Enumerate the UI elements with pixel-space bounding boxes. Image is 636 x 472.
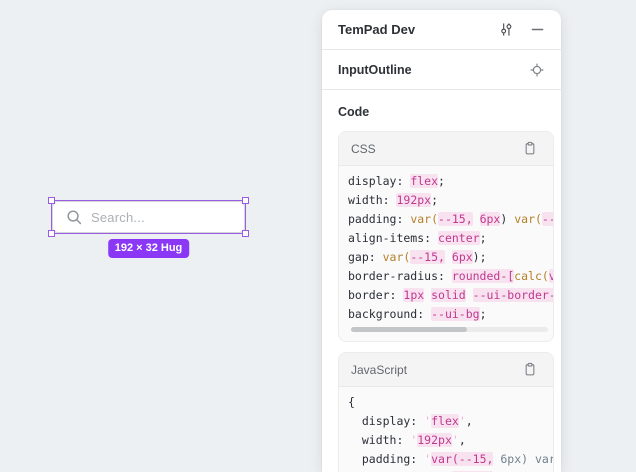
selection-handle-top-left[interactable] — [48, 197, 55, 204]
code-line: display: flex; — [348, 172, 553, 191]
code-line: align-items: center; — [348, 229, 553, 248]
code-block-lang: JavaScript — [351, 363, 407, 377]
selection-handle-top-right[interactable] — [242, 197, 249, 204]
search-icon — [66, 209, 83, 226]
selected-component[interactable]: Search... 192 × 32 Hug — [52, 201, 245, 233]
selected-node-row[interactable]: InputOutline — [322, 50, 561, 90]
selection-handle-bottom-right[interactable] — [242, 230, 249, 237]
horizontal-scrollbar-thumb[interactable] — [351, 327, 467, 332]
code-block-lang: CSS — [351, 142, 376, 156]
code-block-body: display: flex;width: 192px;padding: var(… — [339, 166, 553, 341]
minimize-icon[interactable] — [528, 21, 546, 39]
code-block-body: { display: 'flex', width: '192px', paddi… — [339, 387, 553, 472]
code-block-header: JavaScript — [339, 353, 553, 387]
code-line: padding: 'var(--15, 6px) var — [348, 450, 553, 469]
panel-title: TemPad Dev — [338, 22, 415, 37]
copy-clipboard-icon[interactable] — [521, 361, 539, 379]
code-line: display: 'flex', — [348, 412, 553, 431]
code-line: width: '192px', — [348, 431, 553, 450]
search-input[interactable]: Search... — [52, 201, 245, 233]
horizontal-scrollbar[interactable] — [351, 327, 548, 332]
code-line: border-radius: rounded-[calc(v — [348, 267, 553, 286]
size-badge: 192 × 32 Hug — [108, 239, 190, 258]
copy-clipboard-icon[interactable] — [521, 140, 539, 158]
code-line: padding: var(--15, 6px) var(-- — [348, 210, 553, 229]
code-line: border: 1px solid --ui-border- — [348, 286, 553, 305]
code-block-header: CSS — [339, 132, 553, 166]
code-block-javascript: JavaScript { display: 'flex', width: '19… — [338, 352, 554, 472]
code-line: background: --ui-bg; — [348, 305, 553, 324]
search-placeholder: Search... — [91, 210, 145, 225]
selection-handle-bottom-left[interactable] — [48, 230, 55, 237]
code-line: { — [348, 393, 553, 412]
code-line: gap: var(--15, 6px); — [348, 248, 553, 267]
code-line: width: 192px; — [348, 191, 553, 210]
panel-header: TemPad Dev — [322, 10, 561, 50]
tempad-dev-panel: TemPad Dev InputOutline — [322, 10, 561, 472]
code-blocks: CSS display: flex;width: 192px;padding: … — [322, 131, 561, 472]
sliders-icon[interactable] — [497, 21, 515, 39]
code-section-title: Code — [322, 90, 561, 131]
locate-target-icon[interactable] — [528, 61, 546, 79]
code-block-css: CSS display: flex;width: 192px;padding: … — [338, 131, 554, 342]
selected-node-name: InputOutline — [338, 63, 412, 77]
